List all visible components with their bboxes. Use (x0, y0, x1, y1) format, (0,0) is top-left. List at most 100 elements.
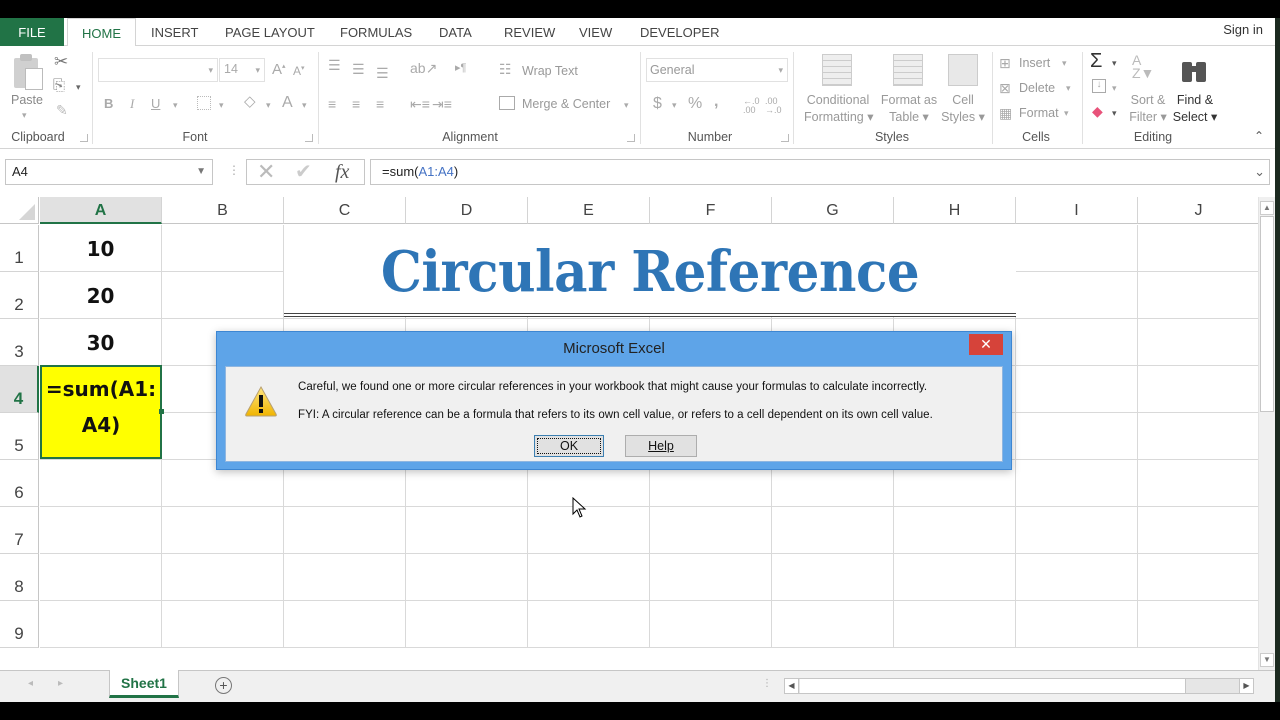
cell-i8[interactable] (1016, 554, 1138, 601)
alignment-launcher-icon[interactable] (627, 134, 635, 142)
vertical-scroll-thumb[interactable] (1260, 216, 1274, 412)
scroll-up-button[interactable]: ▲ (1260, 201, 1274, 215)
insert-cells-icon[interactable]: ⊞ (999, 56, 1011, 70)
fill-color-dropdown-icon[interactable]: ▾ (266, 100, 271, 111)
row-header-7[interactable]: 7 (0, 507, 39, 554)
text-direction-icon[interactable]: ▸¶ (455, 63, 466, 74)
cell-i9[interactable] (1016, 601, 1138, 648)
format-painter-icon[interactable]: ✎ (56, 103, 68, 117)
cell-j8[interactable] (1138, 554, 1258, 601)
align-center-icon[interactable]: ≡ (352, 97, 360, 111)
insert-function-button[interactable]: fx (335, 159, 349, 185)
vertical-scrollbar[interactable]: ▲ ▼ (1258, 197, 1275, 670)
select-all-button[interactable] (0, 197, 39, 224)
fill-handle[interactable] (159, 409, 164, 414)
split-handle-icon[interactable]: ⋮ (762, 678, 772, 689)
cell-j7[interactable] (1138, 507, 1258, 554)
cell-styles-button[interactable]: Cell Styles ▾ (940, 92, 986, 126)
row-header-9[interactable]: 9 (0, 601, 39, 648)
row-header-1[interactable]: 1 (0, 225, 39, 272)
bold-button[interactable]: B (104, 97, 113, 110)
cell-a7[interactable] (40, 507, 162, 554)
row-header-5[interactable]: 5 (0, 413, 39, 460)
cell-e8[interactable] (528, 554, 650, 601)
conditional-formatting-icon[interactable] (822, 54, 852, 86)
increase-indent-icon[interactable]: ⇥≡ (432, 97, 452, 111)
cell-c9[interactable] (284, 601, 406, 648)
format-cells-button[interactable]: Format (1019, 106, 1059, 120)
increase-decimal-icon[interactable]: ←.0.00 (743, 97, 760, 115)
paste-icon[interactable] (12, 54, 46, 94)
tab-view[interactable]: VIEW (565, 18, 626, 46)
horizontal-scrollbar[interactable]: ◀ ▶ (784, 678, 1254, 694)
cell-c7[interactable] (284, 507, 406, 554)
row-header-8[interactable]: 8 (0, 554, 39, 601)
cell-i2[interactable] (1016, 272, 1138, 319)
row-header-3[interactable]: 3 (0, 319, 39, 366)
paste-dropdown-icon[interactable]: ▾ (22, 110, 27, 121)
clear-dropdown-icon[interactable]: ▾ (1112, 108, 1117, 119)
clipboard-launcher-icon[interactable] (80, 134, 88, 142)
font-color-dropdown-icon[interactable]: ▾ (302, 100, 307, 111)
wrap-text-icon[interactable]: ☷ (499, 62, 512, 76)
cell-g9[interactable] (772, 601, 894, 648)
font-size-select[interactable]: 14 ▾ (219, 58, 265, 82)
currency-button[interactable]: $ (653, 96, 662, 112)
prev-sheet-icon[interactable]: ◂ (28, 678, 33, 689)
tab-insert[interactable]: INSERT (137, 18, 212, 46)
new-sheet-button[interactable]: + (215, 677, 232, 694)
cell-b7[interactable] (162, 507, 284, 554)
column-header-e[interactable]: E (528, 197, 650, 224)
chevron-down-icon[interactable]: ▼ (196, 160, 206, 184)
format-as-table-button[interactable]: Format as Table ▾ (878, 92, 940, 126)
fill-icon[interactable]: ↓ (1092, 79, 1106, 93)
merge-center-button[interactable]: Merge & Center (522, 97, 610, 111)
percent-button[interactable]: % (688, 96, 702, 112)
decrease-decimal-icon[interactable]: .00 →.0 (765, 97, 782, 115)
find-select-button[interactable]: Find & Select ▾ (1172, 92, 1218, 126)
cell-i6[interactable] (1016, 460, 1138, 507)
cell-h7[interactable] (894, 507, 1016, 554)
scroll-down-button[interactable]: ▼ (1260, 653, 1274, 667)
delete-cells-button[interactable]: Delete (1019, 81, 1055, 95)
cut-icon[interactable]: ✂ (54, 53, 68, 70)
cell-f7[interactable] (650, 507, 772, 554)
cell-j4[interactable] (1138, 366, 1258, 413)
cell-j9[interactable] (1138, 601, 1258, 648)
format-as-table-icon[interactable] (893, 54, 923, 86)
merge-dropdown-icon[interactable]: ▾ (624, 100, 629, 111)
paste-button[interactable]: Paste (11, 93, 43, 107)
tab-page-layout[interactable]: PAGE LAYOUT (211, 18, 329, 46)
cell-a1[interactable]: 10 (40, 237, 161, 261)
cell-a6[interactable] (40, 460, 162, 507)
binoculars-icon[interactable] (1180, 56, 1208, 82)
format-dropdown-icon[interactable]: ▾ (1064, 108, 1069, 119)
decrease-font-icon[interactable]: A▾ (293, 65, 305, 77)
expand-formula-bar-icon[interactable]: ⌄ (1254, 160, 1265, 184)
currency-dropdown-icon[interactable]: ▾ (672, 100, 677, 111)
column-header-c[interactable]: C (284, 197, 406, 224)
cell-c8[interactable] (284, 554, 406, 601)
fill-dropdown-icon[interactable]: ▾ (1112, 83, 1117, 94)
cell-b2[interactable] (162, 272, 284, 319)
row-header-4[interactable]: 4 (0, 366, 39, 413)
copy-icon[interactable]: ⎘ (53, 78, 65, 93)
cell-e7[interactable] (528, 507, 650, 554)
comma-button[interactable]: , (714, 94, 718, 110)
borders-dropdown-icon[interactable]: ▾ (219, 100, 224, 111)
formula-input[interactable]: =sum(A1:A4) ⌄ (370, 159, 1270, 185)
sign-in-link[interactable]: Sign in (1223, 22, 1263, 37)
help-button[interactable]: Help (625, 435, 697, 457)
cell-h9[interactable] (894, 601, 1016, 648)
cell-f8[interactable] (650, 554, 772, 601)
cell-b1[interactable] (162, 225, 284, 272)
autosum-icon[interactable]: Σ (1090, 51, 1102, 71)
next-sheet-icon[interactable]: ▸ (58, 678, 63, 689)
underline-button[interactable]: U (151, 97, 160, 110)
cell-i7[interactable] (1016, 507, 1138, 554)
cell-j1[interactable] (1138, 225, 1258, 272)
merge-center-icon[interactable] (499, 96, 515, 110)
cell-a2[interactable]: 20 (40, 284, 161, 308)
scroll-right-button[interactable]: ▶ (1239, 679, 1253, 693)
middle-align-icon[interactable]: ☰ (352, 62, 365, 76)
